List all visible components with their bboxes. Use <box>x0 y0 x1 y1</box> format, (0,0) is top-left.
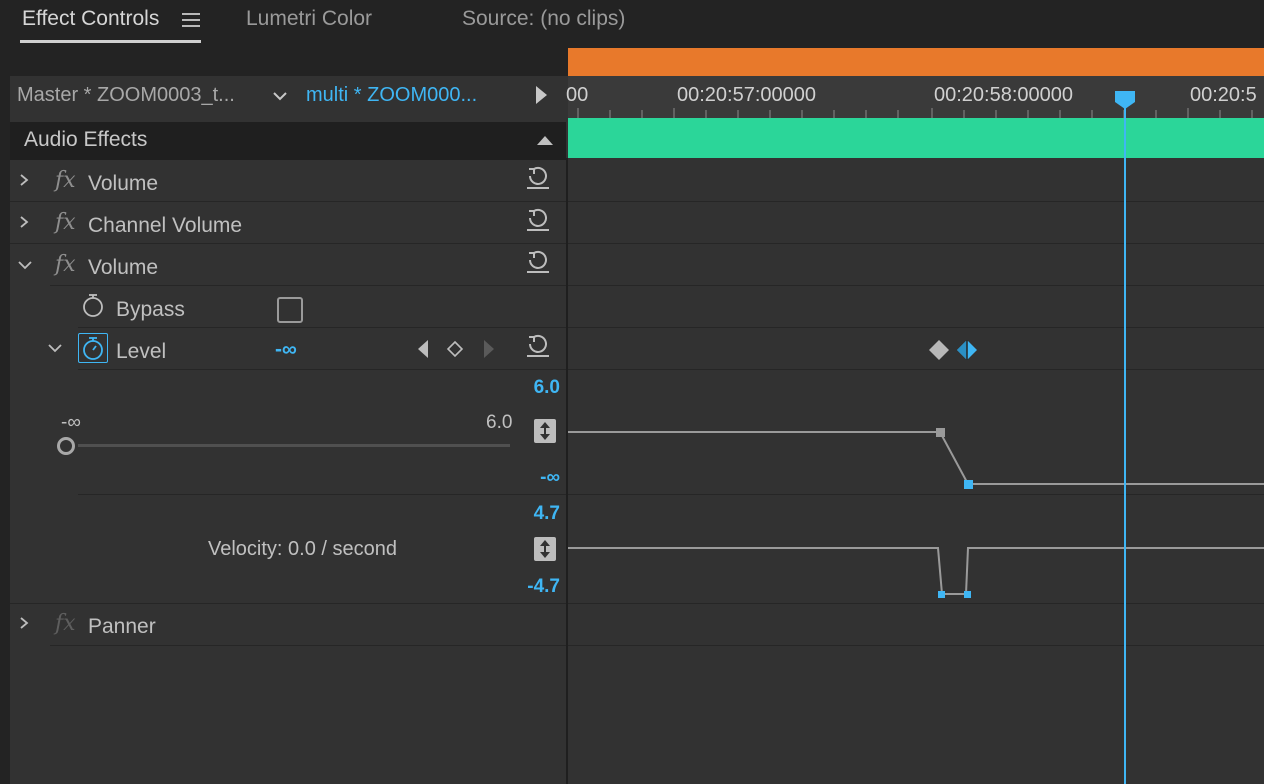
clip-dropdown-chevron-icon[interactable] <box>270 86 290 106</box>
collapse-up-icon[interactable] <box>537 136 553 145</box>
master-clip-label[interactable]: Master * ZOOM0003_t... <box>17 84 235 107</box>
collapse-chevron-icon[interactable] <box>48 341 62 355</box>
reset-icon[interactable] <box>525 248 551 274</box>
expand-chevron-icon[interactable] <box>17 173 31 187</box>
fx-icon[interactable]: fx <box>55 210 76 235</box>
fx-icon[interactable]: fx <box>55 252 76 277</box>
level-label: Level <box>116 340 167 363</box>
collapse-chevron-icon[interactable] <box>18 258 32 272</box>
tab-source[interactable]: Source: (no clips) <box>462 7 625 31</box>
panel-tab-bar: Effect Controls Lumetri Color Source: (n… <box>0 0 1264 46</box>
reset-icon[interactable] <box>525 164 551 190</box>
playhead-line[interactable] <box>1124 100 1126 784</box>
level-value[interactable]: -∞ <box>275 338 297 362</box>
fx-icon[interactable]: fx <box>55 168 76 193</box>
reset-icon[interactable] <box>525 332 551 358</box>
clip-bar-green[interactable] <box>568 118 1264 158</box>
panel-menu-icon[interactable] <box>182 13 200 27</box>
ruler-label: 00:20:58:00000 <box>934 84 1074 106</box>
effect-panner-label: Panner <box>88 615 156 638</box>
previous-keyframe-icon[interactable] <box>416 339 432 359</box>
ruler-label: 00:20:5 <box>1190 84 1257 106</box>
add-keyframe-icon[interactable] <box>446 340 464 358</box>
expand-chevron-icon[interactable] <box>17 215 31 229</box>
bypass-checkbox[interactable] <box>277 297 303 323</box>
velocity-min-label: -4.7 <box>527 576 560 597</box>
slider-max-label: 6.0 <box>486 412 513 433</box>
expand-chevron-icon[interactable] <box>17 616 31 630</box>
clip-bar-orange[interactable] <box>568 48 1264 76</box>
value-min-label: -∞ <box>540 467 560 488</box>
reset-icon[interactable] <box>525 206 551 232</box>
pane-divider[interactable] <box>566 158 568 784</box>
effect-volume-expanded-label: Volume <box>88 256 159 279</box>
next-keyframe-icon[interactable] <box>480 339 496 359</box>
tab-lumetri-color[interactable]: Lumetri Color <box>246 7 372 31</box>
velocity-graph-curve[interactable] <box>568 536 1264 604</box>
stopwatch-icon[interactable] <box>80 292 106 318</box>
resize-updown-icon[interactable] <box>534 537 556 561</box>
value-graph-curve[interactable] <box>568 420 1264 492</box>
resize-updown-icon[interactable] <box>534 419 556 443</box>
playhead-handle[interactable] <box>1114 90 1136 110</box>
audio-effects-title: Audio Effects <box>24 128 148 151</box>
play-icon[interactable] <box>536 86 547 104</box>
active-tab-underline <box>20 40 201 43</box>
ruler-label: 00 <box>566 84 589 106</box>
slider-min-label: -∞ <box>61 412 81 433</box>
sequence-clip-label[interactable]: multi * ZOOM000... <box>306 84 477 107</box>
time-ruler[interactable] <box>568 76 1264 118</box>
keyframe-diamond[interactable] <box>928 339 950 361</box>
fx-icon[interactable]: fx <box>55 611 76 636</box>
stopwatch-icon-active[interactable] <box>78 333 108 363</box>
tab-effect-controls[interactable]: Effect Controls <box>22 7 159 31</box>
value-max-label: 6.0 <box>533 377 560 398</box>
velocity-readout: Velocity: 0.0 / second <box>208 538 398 560</box>
bypass-label: Bypass <box>116 298 185 321</box>
velocity-max-label: 4.7 <box>533 503 560 524</box>
level-slider-handle[interactable] <box>57 437 75 455</box>
level-slider-track[interactable] <box>78 444 510 447</box>
keyframe-diamond-selected[interactable] <box>955 339 979 361</box>
ruler-label: 00:20:57:00000 <box>677 84 817 106</box>
effect-channel-volume-label: Channel Volume <box>88 214 243 237</box>
effect-volume-label: Volume <box>88 172 159 195</box>
